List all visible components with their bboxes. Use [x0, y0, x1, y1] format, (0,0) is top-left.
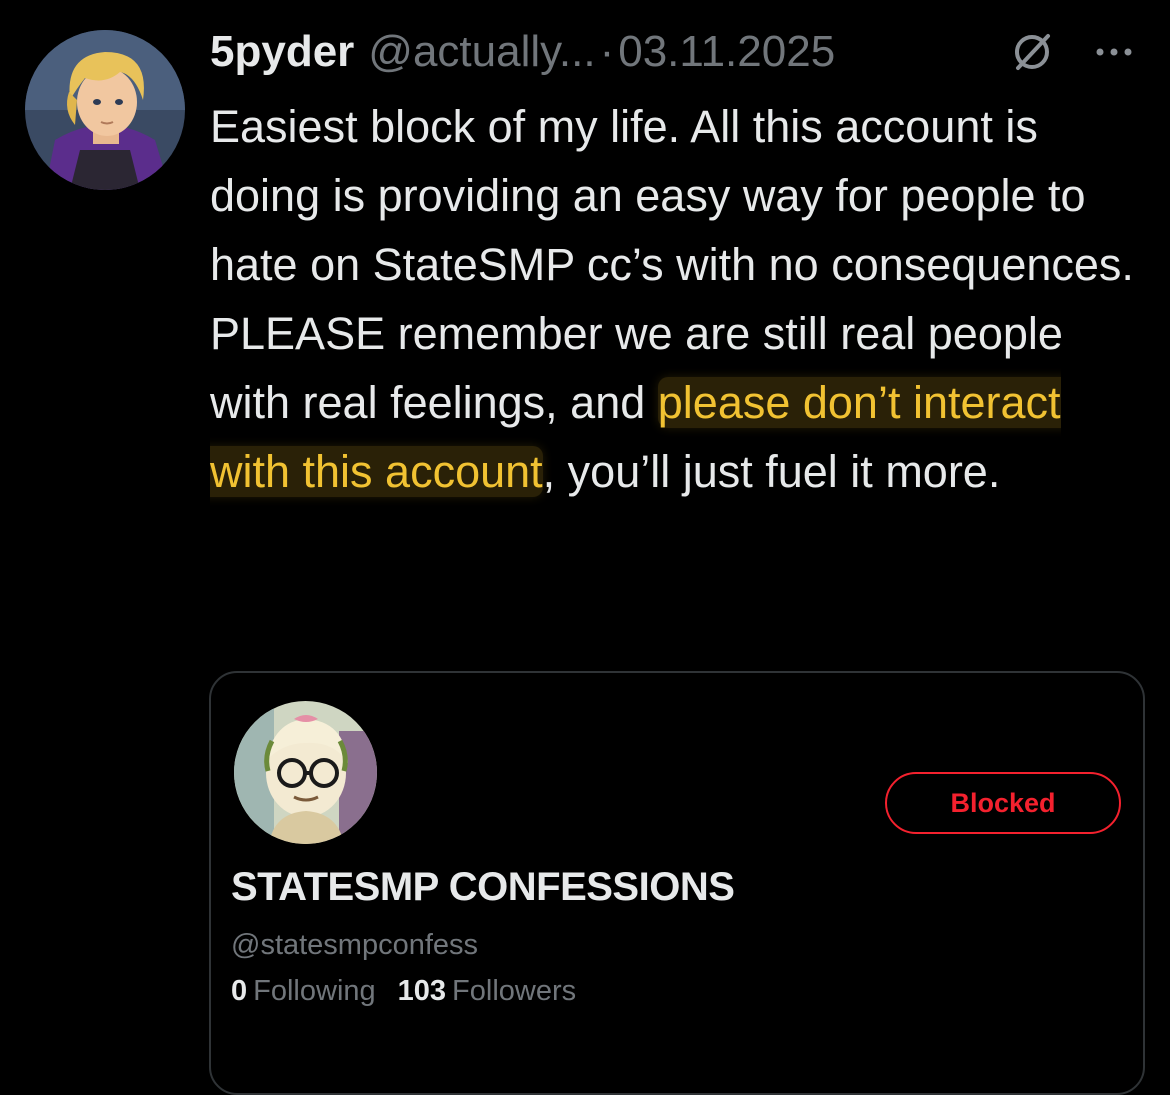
- followers-stat[interactable]: 103 Followers: [398, 975, 576, 1008]
- author-display-name[interactable]: 5pyder: [210, 24, 354, 80]
- profile-stats: 0 Following 103 Followers: [231, 975, 576, 1008]
- profile-name[interactable]: STATESMP CONFESSIONS: [231, 865, 735, 910]
- more-options-icon[interactable]: [1092, 30, 1136, 74]
- header-separator: ·: [599, 27, 615, 76]
- following-label: Following: [253, 975, 376, 1007]
- followers-count: 103: [397, 975, 447, 1007]
- profile-handle[interactable]: @statesmpconfess: [231, 929, 478, 962]
- tweet-date[interactable]: 03.11.2025: [618, 24, 835, 80]
- tweet-text: Easiest block of my life. All this accou…: [210, 92, 1150, 506]
- profile-avatar[interactable]: [231, 698, 380, 847]
- tweet-text-end: , you’ll just fuel it more.: [542, 446, 1001, 497]
- author-avatar[interactable]: [25, 30, 185, 190]
- header-icons: [1010, 30, 1150, 74]
- following-stat[interactable]: 0 Following: [231, 975, 376, 1008]
- grok-icon[interactable]: [1010, 30, 1054, 74]
- blocked-button[interactable]: Blocked: [885, 772, 1121, 834]
- author-handle[interactable]: @actually...: [368, 24, 595, 80]
- embedded-profile-card[interactable]: Blocked STATESMP CONFESSIONS @statesmpco…: [209, 671, 1145, 1095]
- following-count: 0: [231, 975, 248, 1007]
- followers-label: Followers: [452, 975, 577, 1007]
